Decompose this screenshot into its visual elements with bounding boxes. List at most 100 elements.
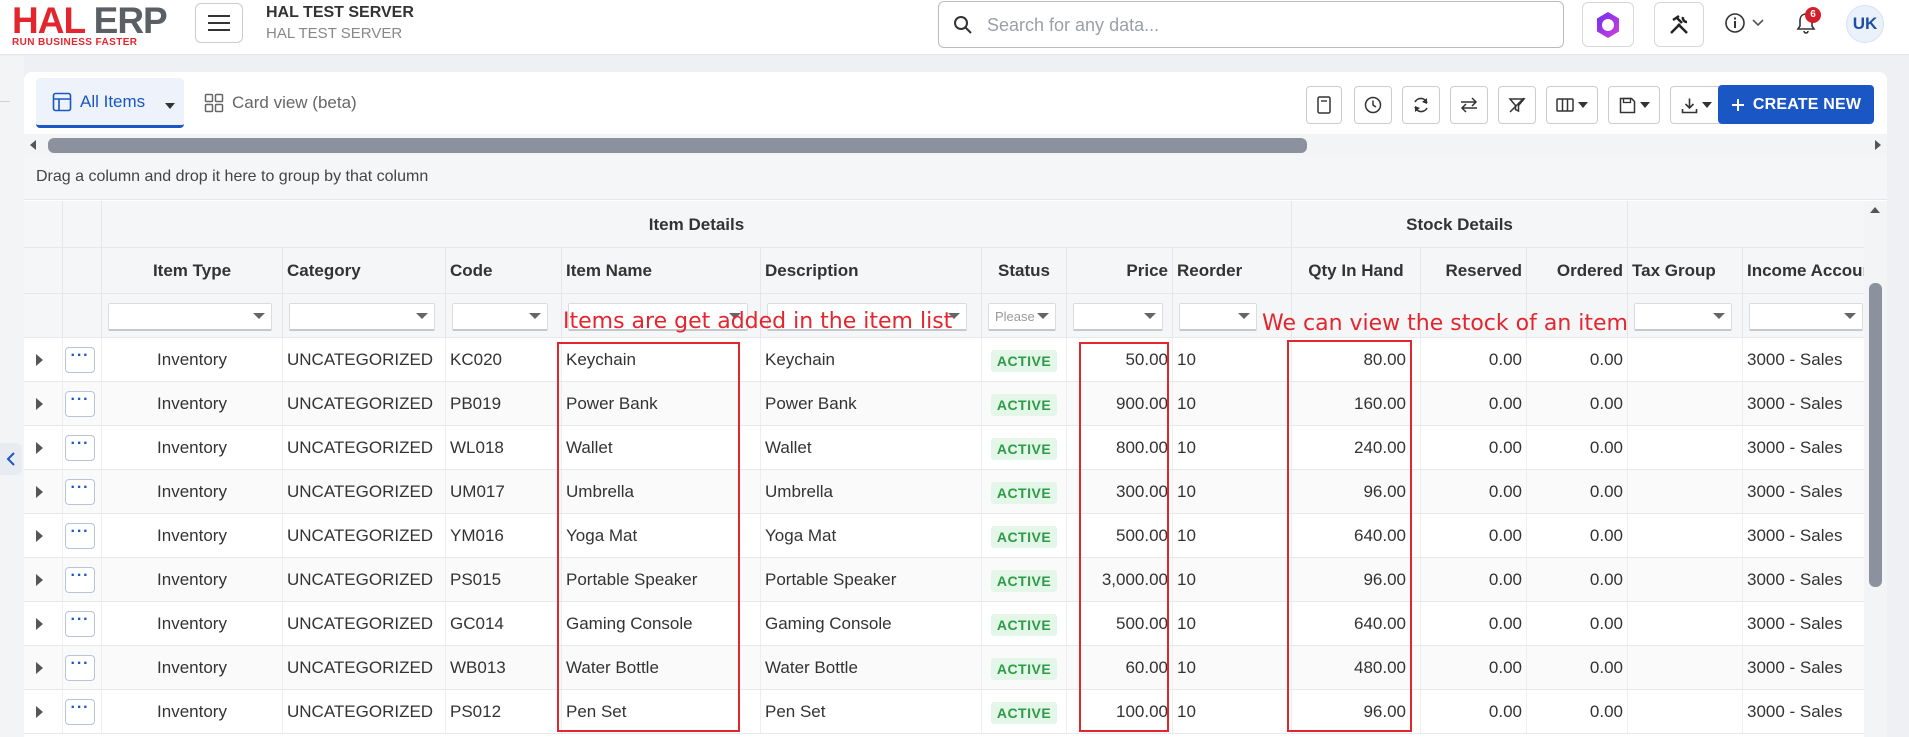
top-bar: HAL ERP RUN BUSINESS FASTER HAL TEST SER… xyxy=(0,0,1909,55)
tab-card-view[interactable]: Card view (beta) xyxy=(204,78,357,128)
app-logo[interactable]: HAL ERP RUN BUSINESS FASTER xyxy=(12,2,182,49)
row-actions-button[interactable]: ··· xyxy=(65,479,95,505)
row-actions-button[interactable]: ··· xyxy=(65,347,95,373)
dropdown-arrow-icon xyxy=(1037,313,1049,319)
filter-income-account[interactable] xyxy=(1749,303,1863,331)
row-actions-button[interactable]: ··· xyxy=(65,391,95,417)
refresh-button[interactable] xyxy=(1402,86,1440,124)
header-category[interactable]: Category xyxy=(283,248,446,294)
filter-price[interactable] xyxy=(1073,303,1163,331)
header-code[interactable]: Code xyxy=(446,248,562,294)
table-row[interactable]: ··· Inventory UNCATEGORIZED WB013 Water Bott… xyxy=(24,646,1864,690)
table-row[interactable]: ··· Inventory UNCATEGORIZED PS012 Pen Set Pen… xyxy=(24,690,1864,734)
tools-button[interactable] xyxy=(1654,2,1704,47)
header-item-type[interactable]: Item Type xyxy=(102,248,283,294)
grid-icon xyxy=(204,93,224,113)
header-reorder[interactable]: Reorder xyxy=(1173,248,1292,294)
select-rows-button[interactable] xyxy=(1306,86,1342,124)
history-button[interactable] xyxy=(1354,86,1392,124)
table-row[interactable]: ··· Inventory UNCATEGORIZED YM016 Yoga Mat Yo… xyxy=(24,514,1864,558)
sidebar-expand-button[interactable] xyxy=(0,443,22,475)
row-actions-button[interactable]: ··· xyxy=(65,611,95,637)
columns-button[interactable] xyxy=(1546,86,1598,124)
annotation-box-price xyxy=(1079,342,1169,732)
server-subtitle: HAL TEST SERVER xyxy=(266,25,403,42)
cell-item-type: Inventory xyxy=(102,690,283,733)
left-sidebar-collapsed xyxy=(0,56,24,737)
filter-category[interactable] xyxy=(289,303,435,331)
create-new-button[interactable]: CREATE NEW xyxy=(1718,85,1874,124)
chevron-left-icon xyxy=(6,452,15,466)
table-row[interactable]: ··· Inventory UNCATEGORIZED PS015 Portable S… xyxy=(24,558,1864,602)
header-qty-in-hand[interactable]: Qty In Hand xyxy=(1292,248,1421,294)
cell-ordered: 0.00 xyxy=(1527,690,1628,733)
filter-cell-category xyxy=(283,294,446,338)
tab-all-items[interactable]: All Items xyxy=(36,78,184,128)
clear-filter-button[interactable] xyxy=(1498,86,1536,124)
row-actions-button[interactable]: ··· xyxy=(65,655,95,681)
filter-status[interactable]: Please xyxy=(988,303,1056,331)
cell-description: Power Bank xyxy=(761,382,982,425)
header-actions xyxy=(63,248,102,294)
header-income-account[interactable]: Income Account xyxy=(1743,248,1864,294)
plus-icon xyxy=(1731,98,1744,111)
scroll-right-arrow-icon[interactable] xyxy=(1875,140,1881,150)
cell-reorder: 10 xyxy=(1173,646,1292,689)
vertical-scrollbar-thumb[interactable] xyxy=(1869,283,1882,587)
cell-income-account: 3000 - Sales xyxy=(1747,658,1843,677)
cell-category: UNCATEGORIZED xyxy=(283,514,446,557)
caret-down-icon[interactable] xyxy=(164,102,176,110)
table-row[interactable]: ··· Inventory UNCATEGORIZED GC014 Gaming Con… xyxy=(24,602,1864,646)
filter-reorder[interactable] xyxy=(1179,303,1257,331)
header-ordered[interactable]: Ordered xyxy=(1527,248,1628,294)
header-item-name[interactable]: Item Name xyxy=(562,248,761,294)
avatar[interactable]: UK xyxy=(1846,5,1884,43)
table-row[interactable]: ··· Inventory UNCATEGORIZED KC020 Keychain Ke… xyxy=(24,338,1864,382)
export-button[interactable] xyxy=(1670,86,1722,124)
chevron-down-icon xyxy=(1752,19,1764,27)
group-by-drop-zone[interactable]: Drag a column and drop it here to group … xyxy=(24,156,1887,200)
cell-expand-divider xyxy=(24,470,63,513)
server-info: HAL TEST SERVER HAL TEST SERVER xyxy=(266,4,414,42)
vertical-scrollbar[interactable] xyxy=(1864,201,1887,737)
status-badge: ACTIVE xyxy=(990,437,1058,460)
cell-reserved: 0.00 xyxy=(1421,382,1527,425)
scrollbar-thumb[interactable] xyxy=(48,138,1307,153)
row-actions-button[interactable]: ··· xyxy=(65,435,95,461)
header-description[interactable]: Description xyxy=(761,248,982,294)
global-search[interactable] xyxy=(938,1,1564,48)
header-price[interactable]: Price xyxy=(1067,248,1173,294)
expand-column-header xyxy=(24,201,63,248)
status-badge: ACTIVE xyxy=(990,481,1058,504)
filter-tax-group[interactable] xyxy=(1634,303,1732,331)
menu-toggle-button[interactable] xyxy=(195,3,243,43)
cell-code: WL018 xyxy=(446,426,562,469)
help-menu[interactable] xyxy=(1724,12,1764,34)
row-actions-button[interactable]: ··· xyxy=(65,523,95,549)
search-input[interactable] xyxy=(987,10,1547,40)
header-expand xyxy=(24,248,63,294)
horizontal-scrollbar[interactable] xyxy=(24,134,1887,156)
cell-tax-group xyxy=(1628,338,1743,381)
header-reserved[interactable]: Reserved xyxy=(1421,248,1527,294)
cell-item-type: Inventory xyxy=(102,514,283,557)
table-row[interactable]: ··· Inventory UNCATEGORIZED PB019 Power Bank… xyxy=(24,382,1864,426)
filter-code[interactable] xyxy=(452,303,548,331)
filter-cell-code xyxy=(446,294,562,338)
scroll-up-arrow-icon[interactable] xyxy=(1870,207,1880,213)
cell-status: ACTIVE xyxy=(982,470,1067,513)
header-tax-group[interactable]: Tax Group xyxy=(1628,248,1743,294)
cell-reorder: 10 xyxy=(1173,426,1292,469)
filter-item-type[interactable] xyxy=(108,303,272,331)
annotation-items-note: Items are get added in the item list xyxy=(563,309,953,334)
create-new-label: CREATE NEW xyxy=(1752,95,1862,113)
row-actions-button[interactable]: ··· xyxy=(65,567,95,593)
table-row[interactable]: ··· Inventory UNCATEGORIZED UM017 Umbrella Um… xyxy=(24,470,1864,514)
table-row[interactable]: ··· Inventory UNCATEGORIZED WL018 Wallet Wall… xyxy=(24,426,1864,470)
row-actions-button[interactable]: ··· xyxy=(65,699,95,725)
header-status[interactable]: Status xyxy=(982,248,1067,294)
scroll-left-arrow-icon[interactable] xyxy=(30,140,36,150)
save-layout-button[interactable] xyxy=(1608,86,1660,124)
assistant-button[interactable] xyxy=(1582,2,1634,47)
swap-button[interactable] xyxy=(1450,86,1488,124)
